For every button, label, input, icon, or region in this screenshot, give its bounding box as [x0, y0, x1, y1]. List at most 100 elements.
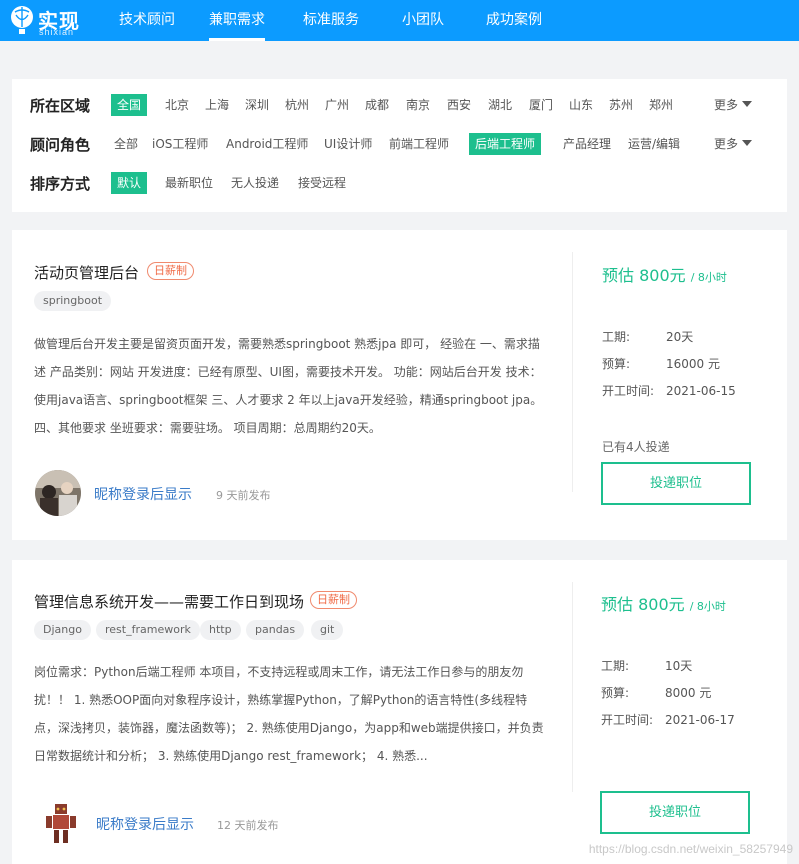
job-card: 活动页管理后台 日薪制 springboot 做管理后台开发主要是留资页面开发，… — [12, 230, 787, 540]
region-option[interactable]: 厦门 — [527, 94, 555, 116]
region-option[interactable]: 南京 — [404, 94, 432, 116]
start-date-row: 开工时间: 2021-06-15 — [602, 382, 736, 399]
start-value: 2021-06-17 — [665, 713, 735, 727]
nav-success-cases[interactable]: 成功案例 — [486, 0, 542, 41]
region-filter-row: 所在区域 全国 北京 上海 深圳 杭州 广州 成都 南京 西安 湖北 厦门 山东… — [30, 94, 770, 118]
role-filter-row: 顾问角色 全部 iOS工程师 Android工程师 UI设计师 前端工程师 后端… — [30, 133, 770, 157]
job-card: 管理信息系统开发——需要工作日到现场 日薪制 Django rest_frame… — [12, 560, 787, 864]
region-option[interactable]: 湖北 — [486, 94, 514, 116]
more-label: 更多 — [713, 137, 738, 151]
sort-option[interactable]: 无人投递 — [229, 172, 281, 194]
budget-row: 预算: 8000 元 — [601, 684, 711, 701]
estimated-price: 预估 800元 / 8小时 — [601, 591, 726, 615]
estimate-unit: / 8小时 — [690, 271, 727, 284]
budget-row: 预算: 16000 元 — [602, 355, 720, 372]
card-divider — [572, 582, 573, 792]
job-title[interactable]: 管理信息系统开发——需要工作日到现场 — [34, 591, 304, 612]
estimate-label: 预估 800元 — [602, 266, 686, 285]
sort-option[interactable]: 最新职位 — [163, 172, 215, 194]
region-option[interactable]: 深圳 — [243, 94, 271, 116]
start-label: 开工时间: — [602, 384, 655, 398]
period-label: 工期: — [602, 330, 631, 344]
region-option[interactable]: 苏州 — [607, 94, 635, 116]
skill-tag: rest_framework — [96, 620, 200, 640]
caret-down-icon — [742, 101, 752, 107]
poster-nickname[interactable]: 昵称登录后显示 — [94, 484, 192, 504]
estimated-price: 预估 800元 / 8小时 — [602, 262, 727, 286]
period-row: 工期: 20天 — [602, 328, 693, 345]
robot-avatar-icon — [38, 800, 84, 846]
pay-type-badge: 日薪制 — [147, 262, 194, 280]
role-filter-label: 顾问角色 — [30, 136, 91, 154]
role-option[interactable]: iOS工程师 — [150, 133, 210, 155]
skill-tag: http — [200, 620, 241, 640]
job-description: 做管理后台开发主要是留资页面开发，需要熟悉springboot 熟悉jpa 即可… — [34, 337, 543, 435]
role-option[interactable]: 后端工程师 — [469, 133, 542, 155]
caret-down-icon — [742, 140, 752, 146]
pay-type-badge: 日薪制 — [310, 591, 357, 609]
region-option[interactable]: 山东 — [567, 94, 595, 116]
apply-job-button[interactable]: 投递职位 — [600, 791, 750, 834]
role-option[interactable]: Android工程师 — [224, 133, 310, 155]
nav-tech-advisor[interactable]: 技术顾问 — [119, 0, 175, 41]
watermark: https://blog.csdn.net/weixin_58257949 — [588, 842, 793, 856]
role-option[interactable]: 全部 — [112, 133, 140, 155]
role-option[interactable]: 运营/编辑 — [626, 133, 682, 155]
region-option[interactable]: 全国 — [111, 94, 148, 116]
skill-tag: pandas — [246, 620, 305, 640]
sort-option[interactable]: 接受远程 — [296, 172, 348, 194]
balloon-logo-icon — [11, 6, 33, 34]
skill-tag: Django — [34, 620, 91, 640]
sort-filter-label: 排序方式 — [30, 175, 91, 193]
posted-time: 9 天前发布 — [216, 489, 271, 502]
period-row: 工期: 10天 — [601, 657, 692, 674]
top-nav-bar: 实现 shixian 技术顾问 兼职需求 标准服务 小团队 成功案例 — [0, 0, 799, 41]
start-label: 开工时间: — [601, 713, 654, 727]
skill-tag: springboot — [34, 291, 112, 311]
avatar — [38, 800, 84, 846]
region-option[interactable]: 上海 — [203, 94, 231, 116]
nav-part-time-demand[interactable]: 兼职需求 — [209, 0, 265, 41]
budget-label: 预算: — [602, 357, 631, 371]
region-more-button[interactable]: 更多 — [714, 94, 752, 116]
poster-nickname[interactable]: 昵称登录后显示 — [96, 814, 194, 834]
period-value: 20天 — [666, 330, 694, 344]
budget-label: 预算: — [601, 686, 630, 700]
user-photo-icon — [35, 470, 81, 516]
apply-job-button[interactable]: 投递职位 — [601, 462, 751, 505]
filter-panel: 所在区域 全国 北京 上海 深圳 杭州 广州 成都 南京 西安 湖北 厦门 山东… — [12, 79, 787, 212]
estimate-label: 预估 800元 — [601, 595, 685, 614]
logo-subtext: shixian — [39, 27, 75, 37]
estimate-unit: / 8小时 — [689, 600, 726, 613]
sort-option[interactable]: 默认 — [111, 172, 148, 194]
posted-time: 12 天前发布 — [217, 819, 279, 832]
skill-tag: git — [311, 620, 344, 640]
role-option[interactable]: 产品经理 — [561, 133, 613, 155]
budget-value: 16000 元 — [666, 357, 720, 371]
sort-filter-row: 排序方式 默认 最新职位 无人投递 接受远程 — [30, 172, 430, 196]
site-logo[interactable]: 实现 shixian — [10, 4, 90, 38]
avatar — [35, 470, 81, 516]
nav-small-team[interactable]: 小团队 — [402, 0, 444, 41]
region-option[interactable]: 北京 — [163, 94, 191, 116]
role-option[interactable]: 前端工程师 — [387, 133, 451, 155]
budget-value: 8000 元 — [665, 686, 712, 700]
region-filter-label: 所在区域 — [30, 97, 91, 115]
region-option[interactable]: 郑州 — [647, 94, 675, 116]
period-value: 10天 — [665, 659, 693, 673]
period-label: 工期: — [601, 659, 630, 673]
card-divider — [572, 252, 573, 492]
start-date-row: 开工时间: 2021-06-17 — [601, 711, 735, 728]
applicant-count: 已有4人投递 — [602, 440, 670, 454]
nav-standard-service[interactable]: 标准服务 — [303, 0, 359, 41]
region-option[interactable]: 杭州 — [283, 94, 311, 116]
region-option[interactable]: 广州 — [323, 94, 351, 116]
job-description: 岗位需求：Python后端工程师 本项目，不支持远程或周末工作，请无法工作日参与… — [34, 665, 544, 763]
region-option[interactable]: 西安 — [445, 94, 473, 116]
start-value: 2021-06-15 — [666, 384, 736, 398]
role-more-button[interactable]: 更多 — [714, 133, 752, 155]
more-label: 更多 — [713, 98, 738, 112]
role-option[interactable]: UI设计师 — [322, 133, 374, 155]
region-option[interactable]: 成都 — [363, 94, 391, 116]
job-title[interactable]: 活动页管理后台 — [34, 262, 139, 283]
